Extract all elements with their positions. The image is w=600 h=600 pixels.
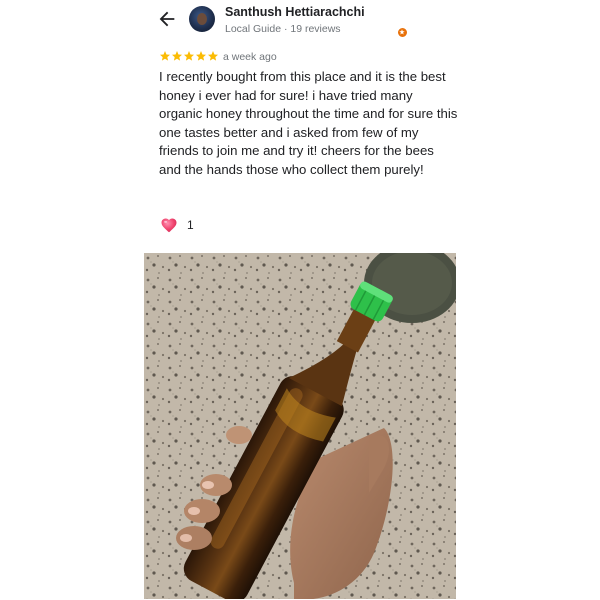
avatar-face bbox=[197, 13, 207, 25]
like-button[interactable]: 1 bbox=[160, 216, 194, 233]
star-rating bbox=[159, 50, 219, 64]
back-button[interactable] bbox=[156, 8, 178, 30]
heart-icon bbox=[161, 218, 177, 233]
reviewer-name[interactable]: Santhush Hettiarachchi bbox=[225, 5, 365, 19]
star-icon bbox=[184, 51, 194, 61]
avatar[interactable] bbox=[189, 6, 408, 38]
star-icon bbox=[160, 51, 170, 61]
honey-bottle-photo[interactable] bbox=[144, 253, 456, 599]
arrow-back-icon bbox=[159, 11, 175, 27]
star-icon bbox=[208, 51, 218, 61]
review-text: I recently bought from this place and it… bbox=[159, 69, 458, 177]
like-count: 1 bbox=[187, 217, 194, 232]
reviewer-meta: Local Guide · 19 reviews bbox=[225, 23, 341, 35]
star-icon bbox=[172, 51, 182, 61]
local-guide-star-icon bbox=[397, 27, 408, 38]
star-icon bbox=[196, 51, 206, 61]
review-time: a week ago bbox=[223, 51, 277, 63]
